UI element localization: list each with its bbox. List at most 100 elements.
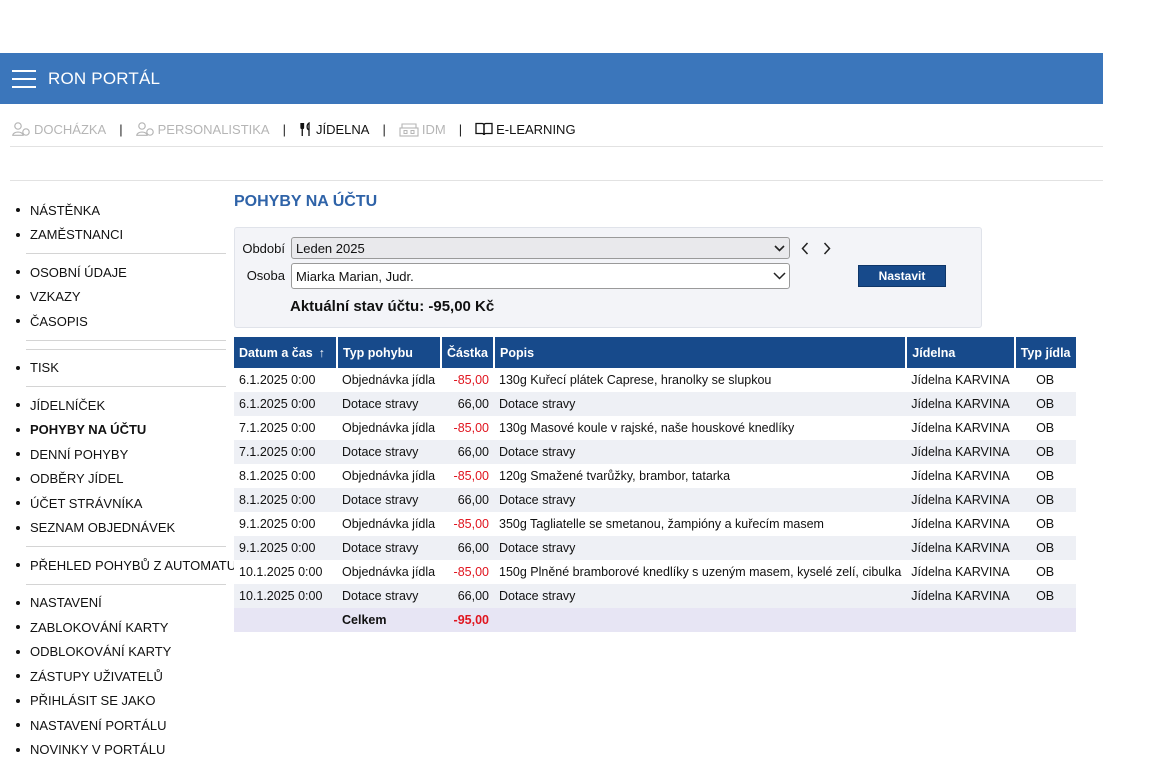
sidebar-item-pohyby-na-tu[interactable]: POHYBY NA ÚČTU: [16, 418, 226, 443]
total-amount: -95,00: [441, 608, 494, 632]
sidebar-item-label: NÁSTĚNKA: [30, 202, 101, 218]
cell-amount: 66,00: [441, 584, 494, 608]
sidebar-item-zablokov-n-karty[interactable]: ZABLOKOVÁNÍ KARTY: [16, 615, 226, 640]
cell-type: Dotace stravy: [337, 536, 441, 560]
sidebar-item-label: ODBLOKOVÁNÍ KARTY: [30, 644, 172, 660]
nav-item-j-delna[interactable]: JÍDELNA: [299, 121, 369, 137]
sidebar-item-p-ihl-sit-se-jako[interactable]: PŘIHLÁSIT SE JAKO: [16, 689, 226, 714]
person-value: Miarka Marian, Judr.: [296, 268, 414, 284]
cell-meal-type: OB: [1014, 584, 1076, 608]
cell-meal-type: OB: [1014, 464, 1076, 488]
sidebar-item-n-st-nka[interactable]: NÁSTĚNKA: [16, 198, 226, 223]
cell-meal-type: OB: [1014, 440, 1076, 464]
table-row[interactable]: 6.1.2025 0:00 Dotace stravy 66,00 Dotace st…: [234, 392, 1076, 416]
period-select[interactable]: Leden 2025: [291, 237, 790, 259]
nav-item-doch-zka[interactable]: DOCHÁZKA: [12, 122, 106, 137]
nav-item-personalistika[interactable]: PERSONALISTIKA: [135, 121, 270, 137]
cell-canteen: Jídelna KARVINA: [906, 368, 1015, 392]
sort-ascending-icon: ↑: [318, 345, 325, 360]
cell-canteen: Jídelna KARVINA: [906, 464, 1015, 488]
table-header-row: Datum a čas ↑ Typ pohybu Částka Popis Jíd…: [234, 337, 1076, 368]
cell-date: 8.1.2025 0:00: [234, 464, 337, 488]
sidebar-item--et-str-vn-ka[interactable]: ÚČET STRÁVNÍKA: [16, 491, 226, 516]
table-row[interactable]: 7.1.2025 0:00 Dotace stravy 66,00 Dotace st…: [234, 440, 1076, 464]
table-row[interactable]: 6.1.2025 0:00 Objednávka jídla -85,00 130g …: [234, 368, 1076, 392]
sidebar-item-odb-ry-j-del[interactable]: ODBĚRY JÍDEL: [16, 467, 226, 492]
cell-type: Dotace stravy: [337, 392, 441, 416]
bullet-icon: [16, 649, 20, 654]
cell-date: 9.1.2025 0:00: [234, 512, 337, 536]
cell-meal-type: OB: [1014, 560, 1076, 584]
person-select[interactable]: Miarka Marian, Judr.: [291, 263, 790, 289]
next-period-button[interactable]: [820, 240, 834, 256]
column-header-type[interactable]: Typ pohybu: [337, 337, 442, 368]
sidebar-item-label: SEZNAM OBJEDNÁVEK: [30, 520, 176, 536]
cell-meal-type: OB: [1014, 488, 1076, 512]
table-row[interactable]: 10.1.2025 0:00 Objednávka jídla -85,00 150g…: [234, 560, 1076, 584]
sidebar-item-label: ZÁSTUPY UŽIVATELŮ: [30, 668, 163, 684]
table-row[interactable]: 7.1.2025 0:00 Objednávka jídla -85,00 130g …: [234, 416, 1076, 440]
nav-item-e-learning[interactable]: E-LEARNING: [475, 122, 576, 137]
bullet-icon: [16, 698, 20, 703]
sidebar-item-label: PŘEHLED POHYBŮ Z AUTOMATU: [30, 557, 237, 573]
table-row[interactable]: 8.1.2025 0:00 Dotace stravy 66,00 Dotace st…: [234, 488, 1076, 512]
cell-amount: 66,00: [441, 488, 494, 512]
column-header-meal-type[interactable]: Typ jídla: [1014, 337, 1076, 368]
cell-canteen: Jídelna KARVINA: [906, 536, 1015, 560]
person-icon: [135, 122, 155, 136]
column-header-description[interactable]: Popis: [494, 337, 908, 368]
sidebar-item-denn-pohyby[interactable]: DENNÍ POHYBY: [16, 442, 226, 467]
cell-description: 130g Masové koule v rajské, naše houskov…: [494, 416, 907, 440]
table-row[interactable]: 10.1.2025 0:00 Dotace stravy 66,00 Dotace s…: [234, 584, 1076, 608]
bullet-icon: [16, 294, 20, 299]
sidebar-item--asopis[interactable]: ČASOPIS: [16, 309, 226, 334]
nav-item-idm[interactable]: IDM: [399, 122, 446, 137]
sidebar-item-label: ZABLOKOVÁNÍ KARTY: [30, 619, 169, 635]
table-row[interactable]: 9.1.2025 0:00 Dotace stravy 66,00 Dotace st…: [234, 536, 1076, 560]
sidebar-item-zam-stnanci[interactable]: ZAMĚSTNANCI: [16, 223, 226, 248]
person-label: Osoba: [246, 268, 285, 283]
sidebar-item-odblokov-n-karty[interactable]: ODBLOKOVÁNÍ KARTY: [16, 640, 226, 665]
sidebar-item-label: ODBĚRY JÍDEL: [30, 471, 124, 487]
cell-canteen: Jídelna KARVINA: [906, 392, 1015, 416]
sidebar-item-osobn-daje[interactable]: OSOBNÍ ÚDAJE: [16, 260, 226, 285]
cell-date: 6.1.2025 0:00: [234, 392, 337, 416]
person-icon: [12, 122, 31, 136]
table-row[interactable]: 8.1.2025 0:00 Objednávka jídla -85,00 120g …: [234, 464, 1076, 488]
sidebar-item-seznam-objedn-vek[interactable]: SEZNAM OBJEDNÁVEK: [16, 516, 226, 541]
cell-type: Objednávka jídla: [337, 464, 441, 488]
sidebar-item-z-stupy-u-ivatel-[interactable]: ZÁSTUPY UŽIVATELŮ: [16, 664, 226, 689]
hamburger-menu-icon[interactable]: [12, 69, 36, 88]
account-movements-table: Datum a čas ↑ Typ pohybu Částka Popis Jíd…: [234, 337, 1076, 632]
table-row[interactable]: 9.1.2025 0:00 Objednávka jídla -85,00 350g …: [234, 512, 1076, 536]
cell-canteen: Jídelna KARVINA: [906, 560, 1015, 584]
column-header-amount[interactable]: Částka: [441, 337, 495, 368]
cell-meal-type: OB: [1014, 392, 1076, 416]
cell-amount: 66,00: [441, 392, 494, 416]
bullet-icon: [16, 747, 20, 752]
nav-item-label: PERSONALISTIKA: [157, 121, 270, 137]
cell-amount: -85,00: [441, 512, 494, 536]
sidebar-item-vzkazy[interactable]: VZKAZY: [16, 285, 226, 310]
total-empty-cell: [1014, 608, 1076, 632]
sidebar-item-j-deln-ek[interactable]: JÍDELNÍČEK: [16, 393, 226, 418]
cell-canteen: Jídelna KARVINA: [906, 512, 1015, 536]
sidebar-item-novinky-v-port-lu[interactable]: NOVINKY V PORTÁLU: [16, 738, 226, 763]
sidebar-divider: [26, 339, 226, 341]
cell-canteen: Jídelna KARVINA: [906, 584, 1015, 608]
column-header-date[interactable]: Datum a čas ↑: [234, 337, 338, 368]
sidebar-item-nastaven-port-lu[interactable]: NASTAVENÍ PORTÁLU: [16, 713, 226, 738]
cell-type: Objednávka jídla: [337, 560, 441, 584]
sidebar-item-p-ehled-pohyb-z-automatu[interactable]: PŘEHLED POHYBŮ Z AUTOMATU: [16, 553, 236, 578]
column-header-canteen[interactable]: Jídelna: [906, 337, 1016, 368]
nav-separator: |: [458, 121, 463, 137]
cell-meal-type: OB: [1014, 512, 1076, 536]
sidebar-item-tisk[interactable]: TISK: [16, 356, 226, 381]
cell-type: Dotace stravy: [337, 440, 441, 464]
sidebar-item-nastaven-[interactable]: NASTAVENÍ: [16, 591, 226, 616]
set-button[interactable]: Nastavit: [858, 265, 946, 287]
cutlery-icon: [299, 121, 313, 137]
bullet-icon: [16, 365, 20, 370]
previous-period-button[interactable]: [798, 240, 812, 256]
sidebar-divider: [26, 546, 226, 547]
